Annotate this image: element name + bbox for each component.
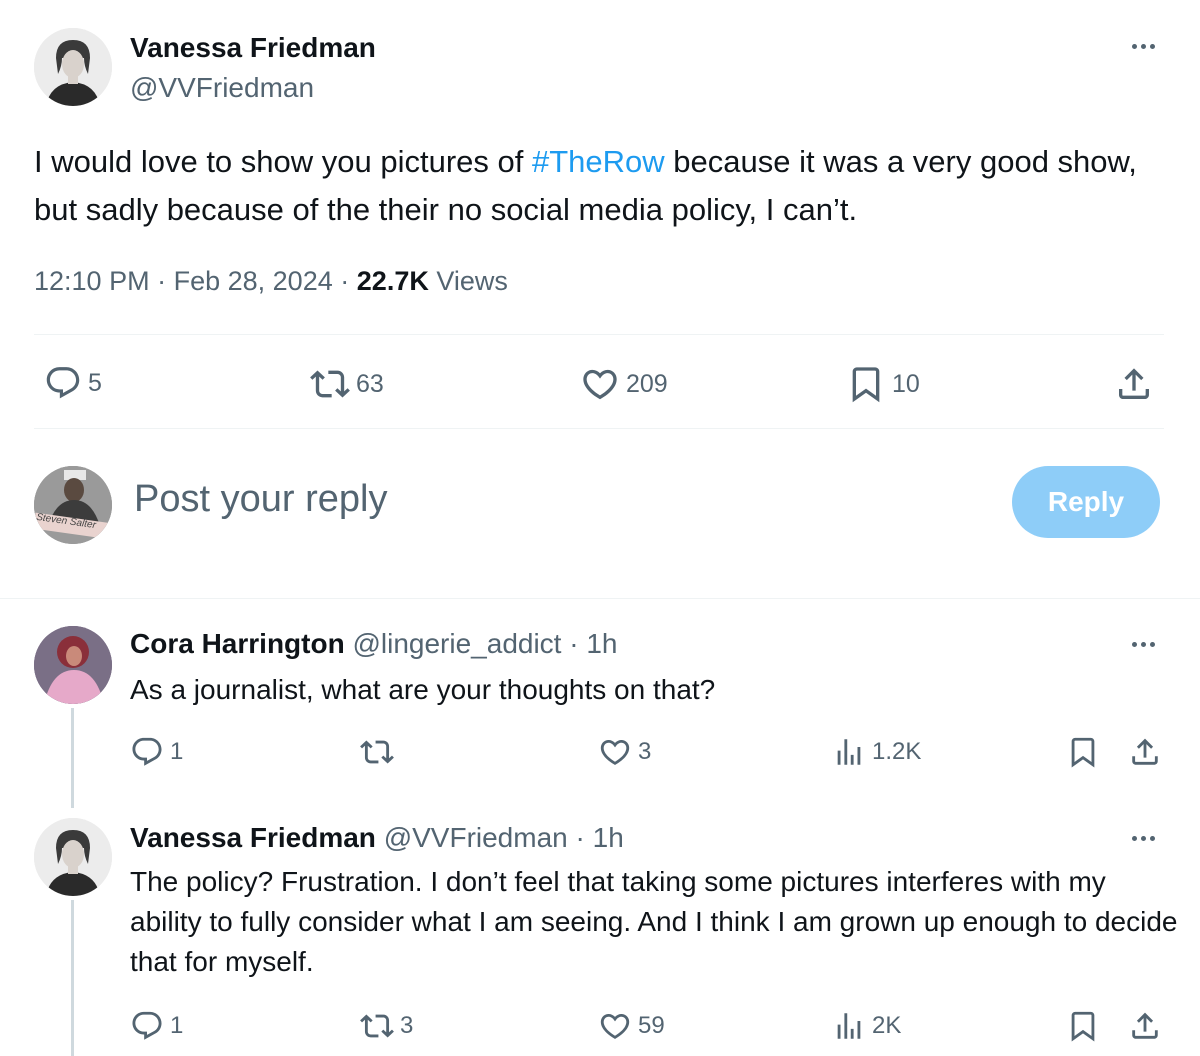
like-button[interactable]: 59 xyxy=(598,1009,665,1043)
reply-icon xyxy=(130,735,164,769)
reply-text: As a journalist, what are your thoughts … xyxy=(130,674,716,705)
reply-submit-button[interactable]: Reply xyxy=(1012,466,1160,538)
avatar-portrait-icon xyxy=(34,818,112,896)
meta-separator: · xyxy=(340,266,350,296)
divider xyxy=(34,428,1164,429)
reply-count: 5 xyxy=(88,368,102,397)
share-icon xyxy=(1128,735,1162,769)
like-count: 3 xyxy=(638,738,652,765)
author-handle[interactable]: @VVFriedman xyxy=(130,72,314,104)
like-count: 209 xyxy=(626,369,668,398)
reply-text: The policy? Frustration. I don’t feel th… xyxy=(130,866,1178,977)
like-icon xyxy=(580,364,620,404)
views-count: 2K xyxy=(872,1012,902,1039)
tweet-date[interactable]: Feb 28, 2024 xyxy=(174,266,333,296)
reply-icon xyxy=(130,1009,164,1043)
share-icon xyxy=(1128,1009,1162,1043)
reply-input[interactable]: Post your reply xyxy=(134,478,994,521)
views-count: 1.2K xyxy=(872,738,922,765)
thread-line xyxy=(71,708,74,808)
repost-count: 3 xyxy=(400,1012,414,1039)
thread-line xyxy=(71,900,74,1056)
reply-author-handle[interactable]: @VVFriedman xyxy=(384,822,568,853)
reply-author-name[interactable]: Vanessa Friedman xyxy=(130,822,376,853)
tweet-text: I would love to show you pictures of #Th… xyxy=(34,138,1174,234)
bookmark-icon xyxy=(846,364,886,404)
share-button[interactable] xyxy=(1114,364,1154,404)
bookmark-button[interactable] xyxy=(1066,735,1100,769)
avatar-portrait-icon xyxy=(34,626,112,704)
like-icon xyxy=(598,735,632,769)
like-button[interactable]: 209 xyxy=(580,364,668,404)
user-avatar[interactable]: Steven Salter xyxy=(34,466,112,544)
reply-icon xyxy=(44,364,82,402)
author-avatar[interactable] xyxy=(34,28,112,106)
reply-count: 1 xyxy=(170,738,184,765)
author-name[interactable]: Vanessa Friedman xyxy=(130,32,376,64)
more-options-icon[interactable] xyxy=(1132,836,1155,841)
repost-button[interactable]: 63 xyxy=(310,364,384,404)
like-button[interactable]: 3 xyxy=(598,735,651,769)
reply-header: Vanessa Friedman @VVFriedman · 1h xyxy=(130,822,624,854)
bookmark-button[interactable]: 10 xyxy=(846,364,920,404)
reply-author-handle[interactable]: @lingerie_addict xyxy=(352,628,561,659)
reply-time[interactable]: · 1h xyxy=(569,628,617,659)
reply-author-name[interactable]: Cora Harrington xyxy=(130,628,345,659)
repost-button[interactable] xyxy=(360,735,400,769)
views-label: Views xyxy=(436,266,508,296)
repost-icon xyxy=(360,1009,394,1043)
repost-icon xyxy=(360,735,394,769)
views-button[interactable]: 2K xyxy=(832,1009,901,1043)
reply-count: 1 xyxy=(170,1012,184,1039)
avatar-portrait-icon xyxy=(34,466,112,544)
reply-header: Cora Harrington @lingerie_addict · 1h xyxy=(130,628,618,660)
tweet-text-before: I would love to show you pictures of xyxy=(34,144,532,179)
tweet-time[interactable]: 12:10 PM xyxy=(34,266,150,296)
share-icon xyxy=(1114,364,1154,404)
views-icon xyxy=(832,1009,866,1043)
repost-count: 63 xyxy=(356,369,384,398)
reply-author-avatar[interactable] xyxy=(34,818,112,896)
section-divider xyxy=(0,598,1200,599)
reply-button[interactable]: 1 xyxy=(130,1009,183,1043)
more-options-icon[interactable] xyxy=(1132,44,1155,49)
bookmark-button[interactable] xyxy=(1066,1009,1100,1043)
reply-button[interactable]: 5 xyxy=(44,364,102,402)
views-count: 22.7K xyxy=(356,266,429,296)
more-options-icon[interactable] xyxy=(1132,642,1155,647)
bookmark-icon xyxy=(1066,735,1100,769)
hashtag-link[interactable]: #TheRow xyxy=(532,144,665,179)
repost-icon xyxy=(310,364,350,404)
avatar-portrait-icon xyxy=(34,28,112,106)
like-icon xyxy=(598,1009,632,1043)
tweet-meta: 12:10 PM · Feb 28, 2024 · 22.7K Views xyxy=(34,266,508,297)
views-icon xyxy=(832,735,866,769)
bookmark-icon xyxy=(1066,1009,1100,1043)
meta-separator: · xyxy=(157,266,167,296)
like-count: 59 xyxy=(638,1012,665,1039)
reply-button[interactable]: 1 xyxy=(130,735,183,769)
reply-time[interactable]: · 1h xyxy=(576,822,624,853)
reply-author-avatar[interactable] xyxy=(34,626,112,704)
share-button[interactable] xyxy=(1128,1009,1162,1043)
views-button[interactable]: 1.2K xyxy=(832,735,921,769)
bookmark-count: 10 xyxy=(892,369,920,398)
repost-button[interactable]: 3 xyxy=(360,1009,413,1043)
divider xyxy=(34,334,1164,335)
share-button[interactable] xyxy=(1128,735,1162,769)
